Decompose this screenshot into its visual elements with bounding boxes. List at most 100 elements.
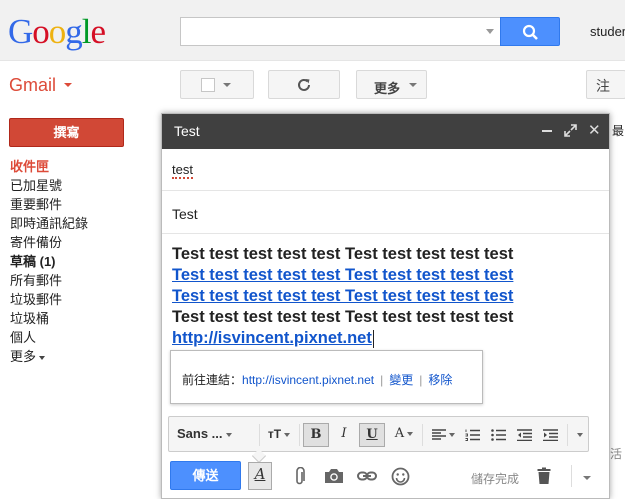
google-logo[interactable]: Google	[8, 12, 106, 52]
indent-more-button[interactable]	[539, 423, 561, 447]
divider: |	[419, 373, 423, 387]
indent-less-icon	[516, 428, 532, 441]
gmail-menu[interactable]: Gmail	[9, 75, 56, 96]
divider	[299, 424, 300, 446]
sidebar-item-important[interactable]: 重要郵件	[10, 196, 88, 215]
top-bar: Google studer	[0, 0, 625, 61]
sidebar-item-starred[interactable]: 已加星號	[10, 177, 88, 196]
text-color-icon: A	[394, 426, 405, 441]
body-line: Test test test test test Test test test …	[172, 245, 514, 263]
sidebar-item-spam[interactable]: 垃圾郵件	[10, 291, 88, 310]
sidebar-item-more-label: 更多	[10, 349, 37, 364]
refresh-icon	[298, 78, 310, 91]
text-color-button[interactable]: A	[389, 423, 419, 447]
chevron-down-icon	[223, 83, 231, 87]
bulleted-list-button[interactable]	[487, 423, 509, 447]
search-options-icon[interactable]	[486, 29, 494, 34]
trash-icon[interactable]	[537, 467, 551, 485]
note-button[interactable]: 注	[586, 70, 625, 99]
body-line-link[interactable]: Test test test test test Test test test …	[172, 286, 602, 307]
checkbox-icon	[201, 78, 215, 92]
chevron-down-icon	[448, 432, 455, 437]
link-icon[interactable]	[357, 467, 377, 485]
close-icon[interactable]: ✕	[588, 123, 601, 138]
sidebar-item-sent[interactable]: 寄件備份	[10, 234, 88, 253]
change-link-button[interactable]: 變更	[389, 373, 413, 387]
sidebar-item-personal[interactable]: 個人	[10, 329, 88, 348]
sidebar-nav: 收件匣 已加星號 重要郵件 即時通訊紀錄 寄件備份 草稿 (1) 所有郵件 垃圾…	[10, 158, 88, 367]
truncated-label: 最	[612, 124, 625, 138]
sidebar-item-all-mail[interactable]: 所有郵件	[10, 272, 88, 291]
search-input[interactable]	[180, 17, 500, 46]
more-formatting-button[interactable]	[571, 423, 585, 447]
compose-title: Test	[174, 123, 200, 139]
select-button[interactable]	[180, 70, 254, 99]
body-url-link[interactable]: http://isvincent.pixnet.net	[172, 329, 372, 347]
font-size-button[interactable]: ᴛT	[263, 423, 295, 447]
chevron-down-icon	[409, 83, 417, 87]
subject-field[interactable]: Test	[162, 192, 609, 234]
search-icon	[522, 24, 538, 40]
chevron-down-icon	[64, 83, 72, 87]
saved-status: 儲存完成	[471, 472, 520, 486]
align-left-icon	[431, 428, 446, 440]
indent-less-button[interactable]	[513, 423, 535, 447]
expand-icon[interactable]	[564, 124, 577, 137]
divider	[422, 424, 423, 446]
chevron-down-icon	[576, 432, 583, 437]
chevron-down-icon	[407, 431, 414, 436]
camera-icon[interactable]	[324, 467, 344, 485]
body-line-link[interactable]: Test test test test test Test test test …	[172, 265, 602, 286]
recipient-chip[interactable]: test	[172, 163, 193, 179]
compose-window: Test ✕ test Test Test test test test tes…	[161, 113, 610, 499]
note-label: 注	[596, 78, 610, 94]
more-label: 更多	[374, 81, 401, 96]
divider	[567, 424, 568, 446]
attach-icon[interactable]	[293, 467, 307, 487]
formatting-options-button[interactable]: A	[248, 462, 272, 490]
sidebar-item-drafts[interactable]: 草稿 (1)	[10, 253, 88, 272]
numbered-list-button[interactable]	[461, 423, 483, 447]
text-cursor	[372, 329, 374, 348]
link-popup: 前往連結：http://isvincent.pixnet.net | 變更 | 移除	[170, 350, 483, 404]
popup-url-link[interactable]: http://isvincent.pixnet.net	[242, 373, 374, 387]
font-size-icon: ᴛT	[267, 427, 282, 441]
align-button[interactable]	[427, 423, 459, 447]
send-button[interactable]: 傳送	[170, 461, 241, 490]
formatting-toolbar: Sans ... ᴛT B I U A	[168, 416, 589, 452]
remove-link-button[interactable]: 移除	[428, 373, 452, 387]
chevron-down-icon	[284, 432, 291, 437]
divider	[571, 465, 572, 487]
search-button[interactable]	[500, 17, 560, 46]
divider	[259, 424, 260, 446]
sidebar-item-chats[interactable]: 即時通訊紀錄	[10, 215, 88, 234]
to-field[interactable]: test	[162, 150, 609, 191]
minimize-icon[interactable]	[542, 130, 552, 132]
more-button[interactable]: 更多	[356, 70, 427, 99]
body-line: Test test test test test Test test test …	[172, 308, 514, 326]
account-name[interactable]: studer	[590, 24, 625, 39]
sidebar-item-more[interactable]: 更多	[10, 348, 88, 367]
underline-button[interactable]: U	[359, 423, 385, 447]
bold-button[interactable]: B	[303, 423, 329, 447]
subject-value: Test	[172, 206, 198, 222]
sidebar-item-inbox[interactable]: 收件匣	[10, 158, 88, 177]
emoji-icon[interactable]	[391, 467, 410, 486]
compose-header[interactable]: Test ✕	[162, 114, 609, 149]
font-family-label: Sans ...	[177, 426, 223, 441]
numbered-list-icon	[465, 429, 480, 441]
message-body[interactable]: Test test test test test Test test test …	[172, 244, 602, 349]
indent-more-icon	[542, 428, 558, 441]
chevron-down-icon	[225, 432, 232, 437]
sidebar-item-trash[interactable]: 垃圾桶	[10, 310, 88, 329]
font-family-select[interactable]: Sans ...	[177, 423, 257, 447]
goto-link-label: 前往連結：	[182, 373, 243, 387]
divider: |	[380, 373, 384, 387]
bulleted-list-icon	[490, 428, 506, 441]
truncated-label: 活	[610, 447, 623, 461]
more-options-icon[interactable]	[583, 476, 591, 480]
compose-button[interactable]: 撰寫	[9, 118, 124, 147]
refresh-button[interactable]	[268, 70, 340, 99]
italic-button[interactable]: I	[333, 423, 355, 447]
chevron-down-icon	[39, 355, 46, 360]
